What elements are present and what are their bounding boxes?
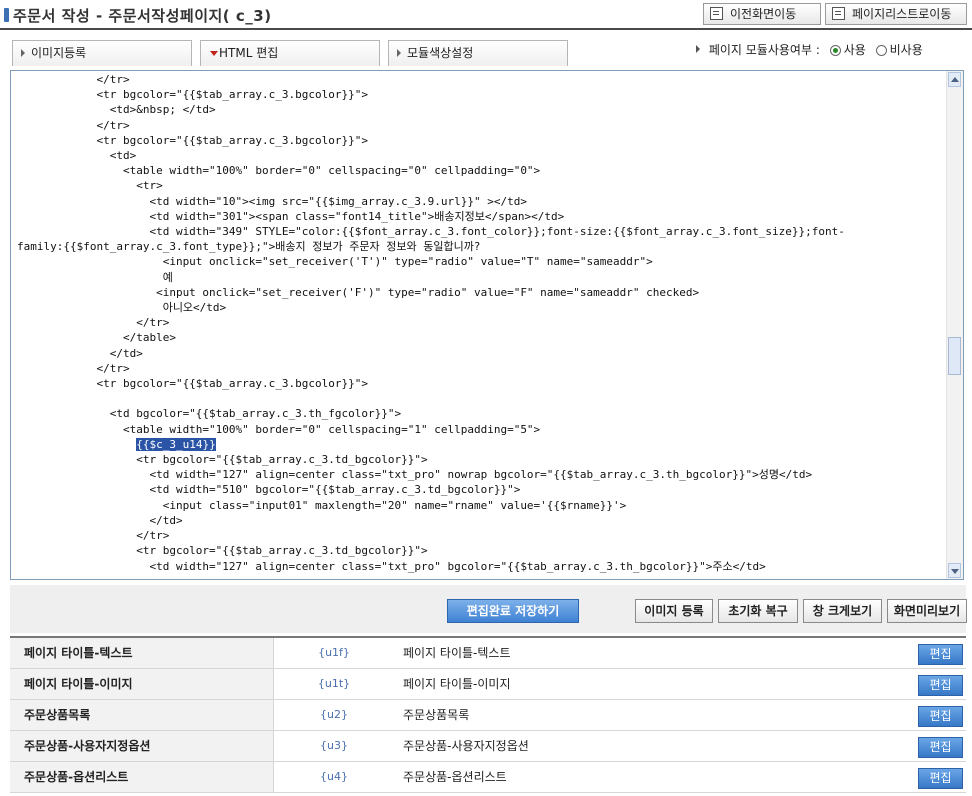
tab-active-arrow-icon — [210, 51, 218, 56]
reset-restore-button[interactable]: 초기화 복구 — [718, 599, 798, 623]
table-row: 주문상품-사용자지정옵션 {u3} 주문상품-사용자지정옵션 편집 — [10, 731, 966, 762]
module-name: 페이지 타이틀-텍스트 — [10, 638, 274, 668]
html-code-editor[interactable]: </tr> <tr bgcolor="{{$tab_array.c_3.bgco… — [10, 70, 964, 580]
code-text[interactable]: </tr> <tr bgcolor="{{$tab_array.c_3.bgco… — [17, 72, 939, 574]
module-desc: 페이지 타이틀-텍스트 — [403, 646, 511, 660]
table-row: 주문상품-옵션리스트 {u4} 주문상품-옵션리스트 편집 — [10, 762, 966, 793]
scroll-up-arrow-icon[interactable] — [948, 72, 961, 87]
tab-module-color[interactable]: 모듈색상설정 — [388, 40, 568, 66]
tab-label: 이미지등록 — [31, 46, 87, 60]
table-row: 페이지 타이틀-이미지 {u1t} 페이지 타이틀-이미지 편집 — [10, 669, 966, 700]
radio-use[interactable] — [829, 45, 841, 56]
radio-not-use-label: 비사용 — [889, 43, 923, 57]
prev-screen-button[interactable]: 이전화면이동 — [703, 3, 821, 25]
image-register-button[interactable]: 이미지 등록 — [635, 599, 713, 623]
module-table: 페이지 타이틀-텍스트 {u1f} 페이지 타이틀-텍스트 편집 페이지 타이틀… — [10, 636, 966, 793]
module-name: 주문상품-사용자지정옵션 — [10, 731, 274, 761]
module-use-label: 페이지 모듈사용여부 : — [708, 43, 820, 57]
table-row: 페이지 타이틀-텍스트 {u1f} 페이지 타이틀-텍스트 편집 — [10, 638, 966, 669]
module-desc: 주문상품-사용자지정옵션 — [403, 739, 529, 753]
tab-label: HTML 편집 — [219, 46, 279, 60]
module-desc: 주문상품목록 — [403, 708, 470, 722]
module-desc: 페이지 타이틀-이미지 — [403, 677, 511, 691]
radio-not-use[interactable] — [875, 45, 887, 56]
scroll-thumb[interactable] — [948, 337, 961, 375]
module-code: {u1t} — [317, 677, 351, 690]
edit-button[interactable]: 편집 — [918, 768, 963, 789]
radio-use-label: 사용 — [843, 43, 866, 57]
module-use-option: 페이지 모듈사용여부 : 사용 비사용 — [696, 41, 923, 58]
tab-arrow-icon — [21, 49, 25, 57]
editor-scrollbar[interactable] — [946, 71, 963, 579]
edit-button[interactable]: 편집 — [918, 675, 963, 696]
editor-button-bar: 편집완료 저장하기 이미지 등록 초기화 복구 창 크게보기 화면미리보기 — [10, 585, 967, 633]
title-bullet-icon — [4, 8, 9, 22]
edit-button[interactable]: 편집 — [918, 644, 963, 665]
page-list-button[interactable]: 페이지리스트로이동 — [825, 3, 967, 25]
preview-button[interactable]: 화면미리보기 — [887, 599, 967, 623]
table-row: 주문상품목록 {u2} 주문상품목록 편집 — [10, 700, 966, 731]
option-arrow-icon — [696, 45, 700, 53]
edit-button[interactable]: 편집 — [918, 737, 963, 758]
tab-image-register[interactable]: 이미지등록 — [12, 40, 192, 66]
page-title: 주문서 작성 - 주문서작성페이지( c_3) — [13, 7, 272, 25]
module-name: 주문상품-옵션리스트 — [10, 762, 274, 792]
module-desc: 주문상품-옵션리스트 — [403, 770, 507, 784]
scroll-down-arrow-icon[interactable] — [948, 563, 961, 578]
document-arrow-icon — [832, 7, 845, 20]
tab-label: 모듈색상설정 — [407, 46, 474, 60]
module-name: 주문상품목록 — [10, 700, 274, 730]
tab-html-edit[interactable]: HTML 편집 — [200, 40, 380, 66]
tab-arrow-icon — [397, 49, 401, 57]
module-code: {u2} — [320, 708, 348, 721]
module-code: {u3} — [320, 739, 348, 752]
selected-code-text: {{$c_3_u14}} — [136, 437, 216, 451]
module-code: {u4} — [320, 770, 348, 783]
enlarge-window-button[interactable]: 창 크게보기 — [803, 599, 882, 623]
module-code: {u1f} — [318, 646, 350, 659]
document-icon — [710, 7, 723, 20]
page-header: 주문서 작성 - 주문서작성페이지( c_3) 이전화면이동 페이지리스트로이동 — [0, 0, 972, 30]
module-name: 페이지 타이틀-이미지 — [10, 669, 274, 699]
save-edit-button[interactable]: 편집완료 저장하기 — [447, 599, 579, 623]
prev-screen-label: 이전화면이동 — [730, 7, 797, 21]
edit-button[interactable]: 편집 — [918, 706, 963, 727]
page-list-label: 페이지리스트로이동 — [852, 7, 952, 21]
